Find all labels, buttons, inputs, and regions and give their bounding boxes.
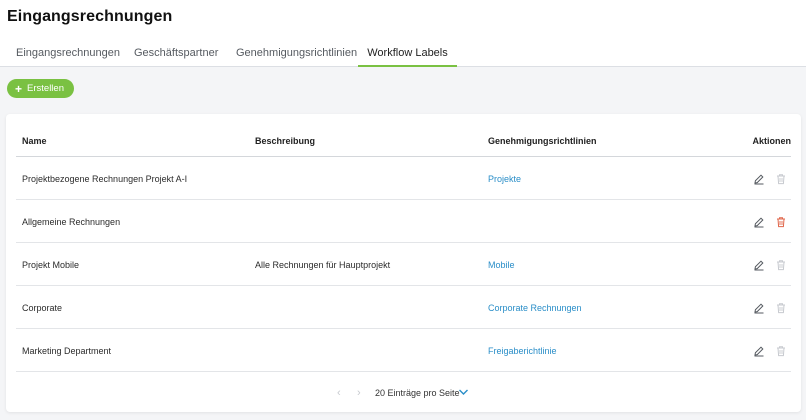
table-row: Marketing Department Freigaberichtlinie bbox=[16, 329, 791, 372]
row-actions bbox=[753, 173, 787, 185]
tab-geschaeftspartner[interactable]: Geschäftspartner bbox=[134, 40, 218, 67]
row-approval-rule-link[interactable]: Mobile bbox=[488, 260, 515, 270]
row-name: Projektbezogene Rechnungen Projekt A-I bbox=[22, 174, 188, 184]
tab-eingangsrechnungen[interactable]: Eingangsrechnungen bbox=[16, 40, 120, 67]
row-actions bbox=[753, 216, 787, 228]
page-title: Eingangsrechnungen bbox=[7, 8, 173, 25]
row-actions bbox=[753, 259, 787, 271]
create-button[interactable]: + Erstellen bbox=[7, 79, 74, 98]
row-name: Marketing Department bbox=[22, 346, 112, 356]
table-row: Projekt Mobile Alle Rechnungen für Hauptp… bbox=[16, 243, 791, 286]
plus-icon: + bbox=[15, 81, 23, 96]
trash-icon bbox=[775, 302, 787, 314]
create-button-label: Erstellen bbox=[27, 83, 64, 94]
table-body: Projektbezogene Rechnungen Projekt A-I Pr… bbox=[16, 157, 791, 372]
table-row: Corporate Corporate Rechnungen bbox=[16, 286, 791, 329]
column-header-beschreibung: Beschreibung bbox=[255, 136, 316, 146]
row-approval-rule-link[interactable]: Freigaberichtlinie bbox=[488, 346, 557, 356]
trash-icon bbox=[775, 173, 787, 185]
row-actions bbox=[753, 302, 787, 314]
pencil-icon[interactable] bbox=[753, 345, 765, 357]
workflow-labels-table: Name Beschreibung Genehmigungsrichtlinie… bbox=[16, 122, 791, 372]
row-name: Projekt Mobile bbox=[22, 260, 80, 270]
row-name: Corporate bbox=[22, 303, 63, 313]
trash-icon bbox=[775, 259, 787, 271]
column-header-name: Name bbox=[22, 136, 47, 146]
row-name: Allgemeine Rechnungen bbox=[22, 217, 121, 227]
row-approval-rule-link[interactable]: Projekte bbox=[488, 174, 521, 184]
pencil-icon[interactable] bbox=[753, 216, 765, 228]
trash-icon[interactable] bbox=[775, 216, 787, 228]
pencil-icon[interactable] bbox=[753, 259, 765, 271]
column-header-genehmigungsrichtlinien: Genehmigungsrichtlinien bbox=[488, 136, 597, 146]
workflow-labels-card: Name Beschreibung Genehmigungsrichtlinie… bbox=[6, 114, 801, 412]
row-approval-rule-link[interactable]: Corporate Rechnungen bbox=[488, 303, 582, 313]
chevron-right-icon[interactable]: › bbox=[357, 387, 361, 399]
table-row: Projektbezogene Rechnungen Projekt A-I Pr… bbox=[16, 157, 791, 200]
top-bar: Eingangsrechnungen Eingangsrechnungen Ge… bbox=[0, 0, 806, 67]
chevron-left-icon[interactable]: ‹ bbox=[337, 387, 341, 399]
trash-icon bbox=[775, 345, 787, 357]
row-description: Alle Rechnungen für Hauptprojekt bbox=[255, 260, 391, 270]
pencil-icon[interactable] bbox=[753, 173, 765, 185]
per-page-label[interactable]: 20 Einträge pro Seite bbox=[375, 388, 460, 398]
tab-genehmigungsrichtlinien[interactable]: Genehmigungsrichtlinien bbox=[236, 40, 357, 67]
column-header-aktionen: Aktionen bbox=[752, 136, 791, 146]
row-actions bbox=[753, 345, 787, 357]
table-row: Allgemeine Rechnungen bbox=[16, 200, 791, 243]
chevron-down-icon[interactable] bbox=[458, 387, 469, 399]
pagination: ‹ › 20 Einträge pro Seite bbox=[6, 384, 801, 404]
pencil-icon[interactable] bbox=[753, 302, 765, 314]
tab-workflow-labels[interactable]: Workflow Labels bbox=[358, 40, 457, 67]
table-header: Name Beschreibung Genehmigungsrichtlinie… bbox=[16, 122, 791, 157]
